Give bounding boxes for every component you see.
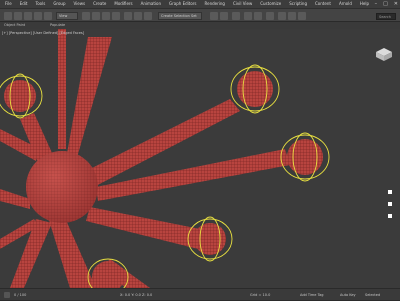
scale-icon[interactable] — [144, 12, 152, 20]
menu-item-create[interactable]: Create — [90, 0, 109, 8]
menu-bar: File Edit Tools Group Views Create Modifiers An… — [0, 0, 400, 8]
coordinate-readout: X: 0.0 Y: 0.0 Z: 0.0 — [120, 293, 153, 297]
unlink-icon[interactable] — [34, 12, 42, 20]
arm-bottom — [48, 211, 96, 288]
render-setup-icon[interactable] — [278, 12, 286, 20]
ribbon-subbar: Object Paint Populate — [0, 22, 400, 29]
ball-lower-right — [194, 223, 226, 255]
select-object-icon[interactable] — [82, 12, 90, 20]
viewport-label[interactable]: [+] [Perspective] [User Defined] [Edged … — [2, 31, 84, 35]
menu-item-customize[interactable]: Customize — [257, 0, 284, 8]
ball-bottom — [92, 261, 124, 288]
menu-item-help[interactable]: Help — [357, 0, 372, 8]
selection-set-input[interactable]: Create Selection Set — [158, 12, 202, 20]
main-toolbar: View Create Selection Set Search — [0, 8, 400, 22]
menu-item-content[interactable]: Content — [312, 0, 334, 8]
status-bar: 0 / 100 X: 0.0 Y: 0.0 Z: 0.0 Grid = 10.0… — [0, 288, 400, 300]
schematic-view-icon[interactable] — [254, 12, 262, 20]
hanging-rod — [58, 29, 66, 149]
maxscript-listener-icon[interactable] — [4, 292, 10, 298]
menu-item-edit[interactable]: Edit — [17, 0, 31, 8]
perspective-viewport[interactable] — [0, 29, 400, 288]
populate-tab[interactable]: Populate — [50, 22, 65, 29]
grid-size: Grid = 10.0 — [250, 293, 271, 297]
menu-item-graph-editors[interactable]: Graph Editors — [166, 0, 199, 8]
mark-square-3 — [388, 214, 392, 218]
center-hub-shade — [26, 151, 98, 223]
menu-item-animation[interactable]: Animation — [138, 0, 164, 8]
ball-top-right — [237, 71, 273, 107]
frame-counter: 0 / 100 — [14, 293, 27, 297]
autokey-button[interactable]: Auto Key — [340, 289, 356, 301]
object-paint-tab[interactable]: Object Paint — [4, 22, 25, 29]
render-icon[interactable] — [298, 12, 306, 20]
mirror-icon[interactable] — [210, 12, 218, 20]
ball-upper-left — [4, 80, 36, 112]
curve-editor-icon[interactable] — [244, 12, 252, 20]
maximize-button[interactable]: □ — [383, 1, 388, 7]
redo-icon[interactable] — [14, 12, 22, 20]
minimize-button[interactable]: – — [375, 1, 378, 7]
close-button[interactable]: ✕ — [394, 1, 398, 7]
mark-square-2 — [388, 202, 392, 206]
rectangular-selection-icon[interactable] — [102, 12, 110, 20]
window-crossing-icon[interactable] — [112, 12, 120, 20]
menu-item-scripting[interactable]: Scripting — [286, 0, 310, 8]
menu-item-rendering[interactable]: Rendering — [202, 0, 228, 8]
link-icon[interactable] — [24, 12, 32, 20]
search-input[interactable]: Search — [376, 13, 396, 20]
move-icon[interactable] — [124, 12, 132, 20]
rotate-icon[interactable] — [134, 12, 142, 20]
selection-filter-select[interactable]: View — [56, 12, 78, 20]
mark-square-1 — [388, 190, 392, 194]
menu-item-tools[interactable]: Tools — [32, 0, 48, 8]
select-by-name-icon[interactable] — [92, 12, 100, 20]
scene-render — [0, 29, 330, 288]
viewport-marks — [388, 190, 392, 230]
render-frame-icon[interactable] — [288, 12, 296, 20]
undo-icon[interactable] — [4, 12, 12, 20]
layer-explorer-icon[interactable] — [232, 12, 240, 20]
arm-lower-right — [86, 207, 200, 249]
menu-item-civil-view[interactable]: Civil View — [230, 0, 255, 8]
menu-item-modifiers[interactable]: Modifiers — [111, 0, 135, 8]
menu-item-group[interactable]: Group — [50, 0, 68, 8]
menu-item-arnold[interactable]: Arnold — [336, 0, 355, 8]
menu-item-file[interactable]: File — [2, 0, 15, 8]
viewcube-icon[interactable] — [374, 46, 394, 62]
material-editor-icon[interactable] — [266, 12, 274, 20]
arm-top — [66, 37, 112, 161]
align-icon[interactable] — [220, 12, 228, 20]
window-controls: – □ ✕ — [375, 0, 398, 8]
bind-space-warp-icon[interactable] — [44, 12, 52, 20]
ball-right — [287, 139, 323, 175]
add-time-tag-button[interactable]: Add Time Tag — [300, 289, 324, 301]
arm-left — [0, 189, 30, 209]
selected-dropdown[interactable]: Selected — [365, 289, 380, 301]
menu-item-views[interactable]: Views — [71, 0, 89, 8]
